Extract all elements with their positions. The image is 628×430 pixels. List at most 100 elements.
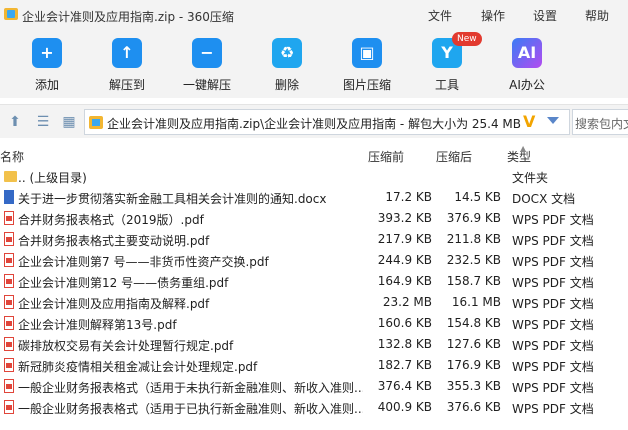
file-name: 一般企业财务报表格式（适用于未执行新金融准则、新收入准则... bbox=[18, 381, 363, 395]
file-type: WPS PDF 文档 bbox=[512, 213, 594, 227]
table-row[interactable]: 企业会计准则第7 号——非货币性资产交换.pdf 244.9 KB 232.5 … bbox=[0, 250, 628, 271]
file-packed-size: 154.8 KB bbox=[446, 316, 501, 330]
menu-settings[interactable]: 设置 bbox=[533, 7, 557, 24]
file-packed-size: 176.9 KB bbox=[446, 358, 501, 372]
file-name: 企业会计准则第12 号——债务重组.pdf bbox=[18, 276, 229, 290]
search-input[interactable]: 搜索包内文 bbox=[572, 109, 628, 135]
add-button[interactable]: + 添加 bbox=[12, 38, 82, 93]
ai-office-button[interactable]: AI AI办公 bbox=[492, 38, 562, 93]
delete-label: 删除 bbox=[274, 78, 299, 92]
column-size[interactable]: 压缩前 bbox=[368, 148, 404, 165]
file-size: 23.2 MB bbox=[382, 295, 432, 309]
file-type: DOCX 文档 bbox=[512, 192, 576, 206]
file-name: 企业会计准则及应用指南及解释.pdf bbox=[18, 297, 210, 311]
sort-arrow-icon: ▲ bbox=[520, 144, 527, 153]
docx-file-icon bbox=[4, 190, 14, 204]
file-packed-size: 14.5 KB bbox=[454, 190, 501, 204]
folder-icon bbox=[4, 171, 17, 182]
table-row[interactable]: .. (上级目录) 文件夹 bbox=[0, 166, 628, 187]
file-type: WPS PDF 文档 bbox=[512, 318, 594, 332]
column-header: 名称 压缩前 压缩后 类型 ▲ bbox=[0, 144, 628, 166]
file-packed-size: 158.7 KB bbox=[446, 274, 501, 288]
ai-icon: AI bbox=[512, 38, 542, 68]
file-type: WPS PDF 文档 bbox=[512, 297, 594, 311]
file-size: 393.2 KB bbox=[377, 211, 432, 225]
table-row[interactable]: 合并财务报表格式主要变动说明.pdf 217.9 KB 211.8 KB WPS… bbox=[0, 229, 628, 250]
tools-button[interactable]: Y 工具 bbox=[412, 38, 482, 93]
toolbar: + 添加 ↑ 解压到 − 一键解压 ♻ 删除 ▣ 图片压缩 Y 工具 AI AI… bbox=[0, 30, 628, 98]
column-packed[interactable]: 压缩后 bbox=[436, 148, 472, 165]
pdf-file-icon bbox=[4, 400, 14, 414]
table-row[interactable]: 合并财务报表格式（2019版）.pdf 393.2 KB 376.9 KB WP… bbox=[0, 208, 628, 229]
one-click-extract-button[interactable]: − 一键解压 bbox=[172, 38, 242, 93]
delete-button[interactable]: ♻ 删除 bbox=[252, 38, 322, 93]
file-size: 17.2 KB bbox=[385, 190, 432, 204]
app-logo-icon bbox=[4, 8, 18, 20]
file-packed-size: 376.9 KB bbox=[446, 211, 501, 225]
extract-to-button[interactable]: ↑ 解压到 bbox=[92, 38, 162, 93]
image-compress-label: 图片压缩 bbox=[342, 78, 391, 92]
pdf-file-icon bbox=[4, 337, 14, 351]
window-title: 企业会计准则及应用指南.zip - 360压缩 bbox=[22, 10, 234, 24]
tools-label: 工具 bbox=[434, 78, 459, 92]
column-name[interactable]: 名称 bbox=[0, 148, 24, 165]
file-packed-size: 232.5 KB bbox=[446, 253, 501, 267]
table-row[interactable]: 企业会计准则及应用指南及解释.pdf 23.2 MB 16.1 MB WPS P… bbox=[0, 292, 628, 313]
file-type: 文件夹 bbox=[512, 171, 549, 185]
chevron-down-icon[interactable] bbox=[547, 117, 559, 124]
pdf-file-icon bbox=[4, 295, 14, 309]
one-click-extract-icon: − bbox=[192, 38, 222, 68]
pdf-file-icon bbox=[4, 232, 14, 246]
image-compress-button[interactable]: ▣ 图片压缩 bbox=[332, 38, 402, 93]
table-row[interactable]: 一般企业财务报表格式（适用于未执行新金融准则、新收入准则... 376.4 KB… bbox=[0, 376, 628, 397]
up-arrow-icon[interactable]: ⬆ bbox=[6, 113, 24, 131]
file-name: .. (上级目录) bbox=[18, 171, 87, 185]
file-packed-size: 355.3 KB bbox=[446, 379, 501, 393]
file-name: 合并财务报表格式（2019版）.pdf bbox=[18, 213, 204, 227]
file-name: 企业会计准则第7 号——非货币性资产交换.pdf bbox=[18, 255, 269, 269]
trash-icon: ♻ bbox=[272, 38, 302, 68]
pdf-file-icon bbox=[4, 211, 14, 225]
path-text: 企业会计准则及应用指南.zip\企业会计准则及应用指南 - 解包大小为 25.4… bbox=[107, 117, 522, 131]
v-logo-icon: V bbox=[523, 112, 536, 131]
file-packed-size: 211.8 KB bbox=[446, 232, 501, 246]
file-type: WPS PDF 文档 bbox=[512, 339, 594, 353]
column-type[interactable]: 类型 bbox=[507, 148, 531, 165]
image-compress-icon: ▣ bbox=[352, 38, 382, 68]
file-name: 企业会计准则解释第13号.pdf bbox=[18, 318, 177, 332]
pdf-file-icon bbox=[4, 358, 14, 372]
file-name: 关于进一步贯彻落实新金融工具相关会计准则的通知.docx bbox=[18, 192, 327, 206]
menu-help[interactable]: 帮助 bbox=[585, 7, 609, 24]
title-bar: 企业会计准则及应用指南.zip - 360压缩 文件 操作 设置 帮助 bbox=[0, 0, 628, 30]
pdf-file-icon bbox=[4, 253, 14, 267]
table-row[interactable]: 企业会计准则第12 号——债务重组.pdf 164.9 KB 158.7 KB … bbox=[0, 271, 628, 292]
table-row[interactable]: 一般企业财务报表格式（适用于已执行新金融准则、新收入准则... 400.9 KB… bbox=[0, 397, 628, 418]
file-type: WPS PDF 文档 bbox=[512, 255, 594, 269]
list-view-icon[interactable]: ☰ bbox=[34, 113, 52, 131]
table-row[interactable]: 企业会计准则解释第13号.pdf 160.6 KB 154.8 KB WPS P… bbox=[0, 313, 628, 334]
file-name: 碳排放权交易有关会计处理暂行规定.pdf bbox=[18, 339, 234, 353]
file-type: WPS PDF 文档 bbox=[512, 402, 594, 416]
file-size: 132.8 KB bbox=[377, 337, 432, 351]
address-bar: ⬆ ☰ ▦ 企业会计准则及应用指南.zip\企业会计准则及应用指南 - 解包大小… bbox=[0, 104, 628, 138]
file-type: WPS PDF 文档 bbox=[512, 276, 594, 290]
pdf-file-icon bbox=[4, 274, 14, 288]
menu-file[interactable]: 文件 bbox=[428, 7, 452, 24]
file-name: 一般企业财务报表格式（适用于已执行新金融准则、新收入准则... bbox=[18, 402, 363, 416]
pdf-file-icon bbox=[4, 379, 14, 393]
menu-operations[interactable]: 操作 bbox=[481, 7, 505, 24]
grid-view-icon[interactable]: ▦ bbox=[60, 113, 78, 131]
table-row[interactable]: 关于进一步贯彻落实新金融工具相关会计准则的通知.docx 17.2 KB 14.… bbox=[0, 187, 628, 208]
file-type: WPS PDF 文档 bbox=[512, 234, 594, 248]
add-label: 添加 bbox=[34, 78, 59, 92]
add-icon: + bbox=[32, 38, 62, 68]
file-size: 244.9 KB bbox=[377, 253, 432, 267]
file-packed-size: 127.6 KB bbox=[446, 337, 501, 351]
ai-office-label: AI办公 bbox=[509, 78, 545, 92]
file-packed-size: 376.6 KB bbox=[446, 400, 501, 414]
file-size: 160.6 KB bbox=[377, 316, 432, 330]
file-size: 182.7 KB bbox=[377, 358, 432, 372]
path-field[interactable]: 企业会计准则及应用指南.zip\企业会计准则及应用指南 - 解包大小为 25.4… bbox=[84, 109, 570, 135]
table-row[interactable]: 碳排放权交易有关会计处理暂行规定.pdf 132.8 KB 127.6 KB W… bbox=[0, 334, 628, 355]
table-row[interactable]: 新冠肺炎疫情相关租金减让会计处理规定.pdf 182.7 KB 176.9 KB… bbox=[0, 355, 628, 376]
